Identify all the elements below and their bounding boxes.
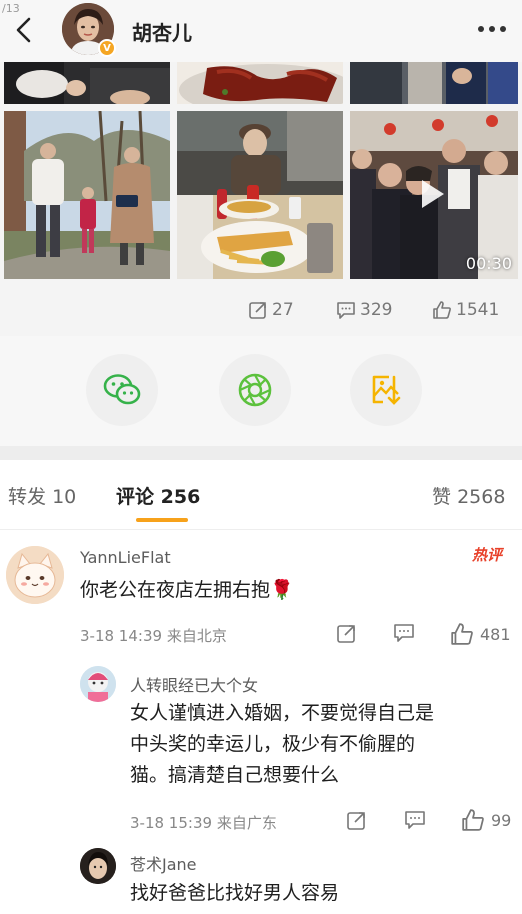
top-bar: /13 V 胡杏儿 [0, 0, 522, 62]
comment-repost-button[interactable] [346, 809, 368, 831]
play-icon[interactable] [422, 180, 444, 208]
comment-timestamp: 3-18 15:39 [130, 814, 213, 832]
commenter-avatar[interactable] [6, 546, 64, 604]
like-count: 1541 [456, 300, 500, 320]
tab-likes[interactable]: 赞 2568 [432, 482, 505, 509]
comment-reply-button[interactable] [404, 809, 426, 831]
back-button[interactable] [6, 12, 42, 48]
thumbs-up-icon [451, 623, 473, 645]
save-image-button[interactable] [350, 354, 422, 426]
comment-reply-button[interactable] [393, 622, 415, 644]
repost-icon [249, 302, 266, 319]
repost-icon [337, 625, 355, 643]
comment-time: 3-18 14:39 来自北京 [80, 625, 227, 646]
media-grid: 00:30 [0, 62, 522, 284]
comment-text: 女人谨慎进入婚姻，不要觉得自己是 中头奖的幸运儿，极少有不偷腥的 猫。搞清楚自己… [130, 698, 514, 791]
video-thumbnail[interactable]: 00:30 [350, 111, 518, 279]
comment-location: 来自北京 [166, 627, 227, 645]
photo-thumbnail[interactable] [350, 62, 518, 104]
comment-icon [394, 624, 414, 642]
comment-time: 3-18 15:39 来自广东 [130, 812, 277, 833]
comment-icon [337, 302, 355, 319]
comment-repost-button[interactable] [336, 622, 358, 644]
like-button[interactable]: 1541 [432, 300, 499, 320]
more-dot-icon [478, 26, 484, 32]
commenter-avatar[interactable] [80, 848, 116, 884]
comment-location: 来自广东 [216, 814, 277, 832]
hot-comment-badge: 热评 [472, 546, 503, 564]
section-divider [0, 446, 522, 460]
back-arrow-icon [16, 17, 31, 43]
comment-icon [405, 811, 425, 829]
verified-badge: V [98, 39, 116, 57]
video-duration: 00:30 [465, 254, 512, 273]
thumbs-up-icon [462, 809, 484, 831]
comment-like-button[interactable]: 99 [461, 808, 511, 832]
photo-thumbnail[interactable] [4, 62, 170, 104]
share-bar [0, 336, 522, 446]
commenter-name[interactable]: 人转眼经已大个女 [130, 672, 258, 696]
tab-reposts[interactable]: 转发 10 [8, 482, 76, 509]
post-stats: 27 329 1541 [0, 284, 522, 336]
weibo-post-detail: /13 V 胡杏儿 00:30 27 329 1541 转发 10 评论 256… [0, 0, 522, 914]
author-name[interactable]: 胡杏儿 [132, 17, 192, 46]
more-dot-icon [489, 26, 495, 32]
wechat-icon [103, 374, 141, 405]
active-tab-indicator [136, 518, 188, 522]
moments-icon [238, 373, 272, 407]
repost-button[interactable]: 27 [248, 300, 294, 320]
tab-label: 评论 [116, 486, 155, 508]
save-image-icon [372, 375, 401, 405]
comment-text: 你老公在夜店左拥右抱🌹 [80, 579, 294, 601]
tab-count: 256 [160, 486, 201, 508]
tab-label: 赞 [432, 486, 452, 508]
more-dot-icon [500, 26, 506, 32]
repost-count: 27 [272, 300, 294, 320]
repost-icon [347, 812, 365, 830]
comment-button[interactable]: 329 [336, 300, 392, 320]
comment-list: YannLieFlat 热评 你老公在夜店左拥右抱🌹 3-18 14:39 来自… [0, 530, 522, 914]
interaction-tabs: 转发 10 评论 256 赞 2568 [0, 460, 522, 530]
thumbs-up-icon [433, 301, 451, 319]
photo-thumbnail[interactable] [177, 62, 343, 104]
share-moments-button[interactable] [219, 354, 291, 426]
comment-text-line: 猫。搞清楚自己想要什么 [130, 764, 340, 786]
tab-comments[interactable]: 评论 256 [116, 482, 200, 509]
comment-text: 找好爸爸比找好男人容易 [130, 882, 340, 904]
comment-timestamp: 3-18 14:39 [80, 627, 163, 645]
commenter-name[interactable]: 苍术Jane [130, 851, 197, 875]
comment-text-line: 中头奖的幸运儿，极少有不偷腥的 [130, 733, 416, 755]
tab-label: 转发 [8, 486, 47, 508]
comment-text-line: 女人谨慎进入婚姻，不要觉得自己是 [130, 702, 435, 724]
comment-like-count: 481 [480, 624, 511, 644]
photo-thumbnail[interactable] [4, 111, 170, 279]
comment-like-button[interactable]: 481 [450, 622, 511, 646]
comment-count: 329 [360, 300, 393, 320]
photo-thumbnail[interactable] [177, 111, 343, 279]
commenter-name[interactable]: YannLieFlat [80, 548, 171, 567]
more-button[interactable] [472, 14, 512, 44]
tab-count: 10 [52, 486, 77, 508]
commenter-avatar[interactable] [80, 666, 116, 702]
comment-like-count: 99 [491, 810, 512, 830]
tab-count: 2568 [457, 486, 506, 508]
share-wechat-button[interactable] [86, 354, 158, 426]
author-avatar[interactable]: V [62, 3, 116, 57]
